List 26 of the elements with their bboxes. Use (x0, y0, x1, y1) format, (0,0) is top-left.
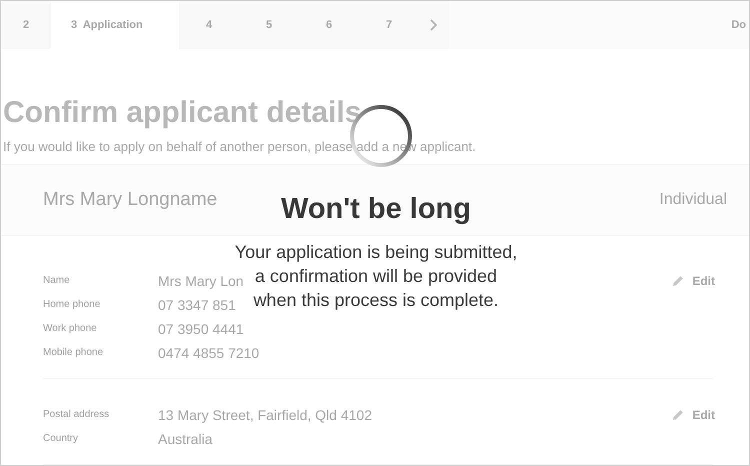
field-label: Country (43, 432, 80, 446)
pencil-icon (672, 409, 684, 421)
loading-message-line: when this process is complete. (253, 289, 499, 312)
field-value: 0474 4855 7210 (158, 344, 260, 362)
pencil-icon (672, 275, 684, 287)
applicant-type: Individual (659, 191, 727, 209)
loading-message-line: a confirmation will be provided (254, 265, 498, 288)
field-label: Name (43, 274, 71, 288)
applicant-name: Mrs Mary Longname (43, 189, 218, 211)
step-tab[interactable]: 3 Application (51, 1, 179, 49)
field-value: Australia (158, 430, 214, 448)
loading-message-line: Your application is being submitted, (234, 241, 518, 264)
chevron-right-icon[interactable] (430, 19, 438, 31)
field-value: 07 3950 4441 (158, 320, 245, 338)
field-value: 13 Mary Street, Fairfield, Qld 4102 (158, 406, 372, 424)
field-value: 07 3347 851 (158, 296, 237, 314)
step-tab[interactable]: Do (731, 1, 746, 49)
edit-link[interactable]: Edit (672, 406, 715, 424)
loading-title: Won't be long (281, 193, 471, 226)
field-label: Postal address (43, 408, 110, 422)
field-label: Home phone (43, 298, 102, 312)
field-label: Work phone (43, 322, 98, 336)
edit-link[interactable]: Edit (672, 272, 715, 290)
page-heading: Confirm applicant details (3, 95, 362, 131)
field-value: Mrs Mary Lon (158, 272, 245, 290)
field-label: Mobile phone (43, 346, 104, 360)
